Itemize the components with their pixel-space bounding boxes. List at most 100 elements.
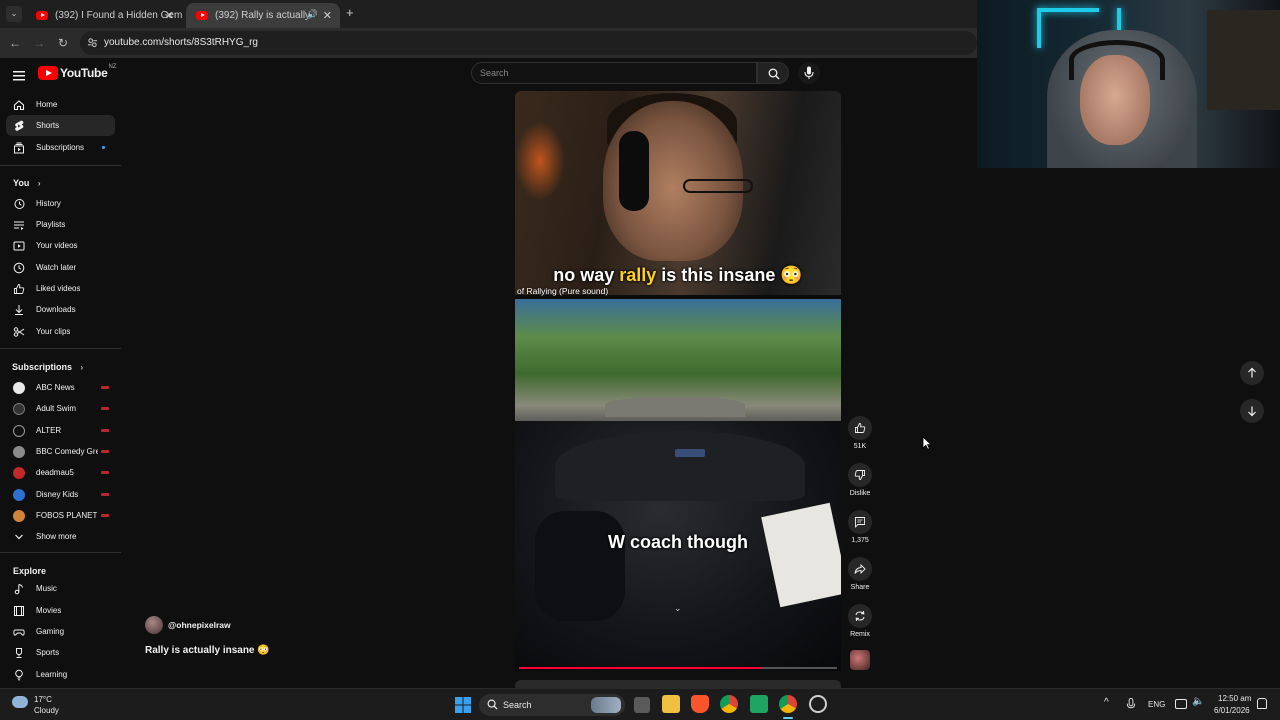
dislike-action[interactable]: Dislike <box>848 463 872 497</box>
next-short-button[interactable] <box>1240 399 1264 423</box>
comments-button[interactable] <box>848 510 872 534</box>
channel-label: BBC Comedy Gre... <box>36 447 98 456</box>
sidebar-channel-abc-news[interactable]: ABC News <box>6 377 115 398</box>
active-app-indicator <box>783 717 793 719</box>
forward-icon[interactable]: → <box>30 34 48 52</box>
taskbar-search-label: Search <box>503 700 532 710</box>
share-action[interactable]: Share <box>848 557 872 591</box>
sidebar-divider <box>0 348 121 349</box>
sidebar-channel-disney-kids[interactable]: Disney Kids <box>6 484 115 505</box>
sidebar-item-shorts[interactable]: Shorts <box>6 115 115 136</box>
back-icon[interactable]: ← <box>6 34 24 52</box>
close-tab-icon[interactable]: ✕ <box>165 9 174 22</box>
sidebar-item-learning[interactable]: Learning <box>6 664 115 685</box>
file-explorer-icon[interactable] <box>662 695 680 713</box>
sidebar-channel-fobos-planet[interactable]: FOBOS PLANET <box>6 505 115 526</box>
live-indicator-icon <box>101 493 109 496</box>
country-code: NZ <box>108 64 117 70</box>
volume-icon[interactable]: 🔈 <box>1192 696 1204 707</box>
site-info-icon[interactable] <box>87 37 98 48</box>
url-field[interactable]: youtube.com/shorts/8S3tRHYG_rg <box>80 31 977 55</box>
windows-start-icon[interactable] <box>455 697 471 713</box>
remix-action[interactable]: Remix <box>848 604 872 638</box>
logo-text: YouTube <box>60 66 108 80</box>
like-button[interactable] <box>848 416 872 440</box>
share-button[interactable] <box>848 557 872 581</box>
channel-avatar <box>13 509 25 522</box>
sidebar-item-label: History <box>36 199 61 208</box>
remix-button[interactable] <box>848 604 872 628</box>
sidebar-item-sports[interactable]: Sports <box>6 642 115 663</box>
sidebar-item-watch-later[interactable]: Watch later <box>6 257 115 278</box>
sidebar-item-gaming[interactable]: Gaming <box>6 621 115 642</box>
reload-icon[interactable]: ↻ <box>54 34 72 52</box>
network-icon[interactable] <box>1175 699 1187 709</box>
subscriptions-section-heading[interactable]: Subscriptions › <box>12 362 83 372</box>
search-input[interactable]: Search <box>471 62 757 84</box>
sidebar-channel-deadmau5[interactable]: deadmau5 <box>6 462 115 483</box>
menu-hamburger-icon[interactable] <box>13 68 25 81</box>
sidebar-channel-adult-swim[interactable]: Adult Swim <box>6 398 115 419</box>
show-more-button[interactable]: Show more <box>6 526 115 547</box>
comment-count: 1,375 <box>851 537 869 544</box>
channel-name[interactable]: @ohnepixelraw <box>168 620 231 630</box>
youtube-favicon-icon <box>196 11 208 20</box>
taskbar-search-box[interactable]: Search <box>479 694 625 716</box>
clock-date[interactable]: 6/01/2026 <box>1214 706 1250 715</box>
sidebar-item-home[interactable]: Home <box>6 94 115 115</box>
short-video-player[interactable]: no way rally is this insane 😳 of Rallyin… <box>515 91 841 671</box>
tab-list-dropdown-icon[interactable]: ⌄ <box>6 6 22 22</box>
sidebar-item-your-videos[interactable]: Your videos <box>6 235 115 256</box>
channel-label: Disney Kids <box>36 490 79 499</box>
explore-section-heading: Explore <box>13 566 46 576</box>
sidebar-item-downloads[interactable]: Downloads <box>6 299 115 320</box>
you-section-heading[interactable]: You › <box>13 178 41 188</box>
microphone-icon[interactable] <box>1126 698 1136 711</box>
channel-avatar[interactable] <box>145 616 163 634</box>
video-frame-rally-road <box>515 299 841 424</box>
clock-time[interactable]: 12:50 am <box>1218 694 1251 703</box>
audio-playing-icon[interactable]: 🔊 <box>307 9 318 20</box>
channel-avatar <box>13 488 25 501</box>
sidebar-item-playlists[interactable]: Playlists <box>6 214 115 235</box>
expand-chevron-icon[interactable]: ⌄ <box>674 603 682 614</box>
sidebar-item-history[interactable]: History <box>6 193 115 214</box>
dislike-button[interactable] <box>848 463 872 487</box>
previous-short-button[interactable] <box>1240 361 1264 385</box>
comments-action[interactable]: 1,375 <box>848 510 872 544</box>
sidebar-item-liked-videos[interactable]: Liked videos <box>6 278 115 299</box>
road-shape <box>605 397 745 417</box>
sidebar-item-subscriptions[interactable]: Subscriptions <box>6 137 115 158</box>
sidebar-channel-bbc-comedy[interactable]: BBC Comedy Gre... <box>6 441 115 462</box>
brave-browser-icon[interactable] <box>691 695 709 713</box>
close-tab-icon[interactable]: ✕ <box>323 9 332 22</box>
home-icon <box>12 98 26 112</box>
like-action[interactable]: 51K <box>848 416 872 450</box>
thumbs-up-icon <box>12 282 26 296</box>
search-button[interactable] <box>757 62 789 84</box>
voice-search-button[interactable] <box>798 62 820 84</box>
chrome-icon[interactable] <box>720 695 738 713</box>
new-content-dot <box>102 146 105 149</box>
task-view-icon[interactable] <box>634 697 650 713</box>
recording-app-icon[interactable] <box>809 695 827 713</box>
notifications-icon[interactable] <box>1257 698 1267 709</box>
sidebar-item-label: Learning <box>36 670 68 679</box>
audio-source-thumbnail[interactable] <box>850 650 870 670</box>
sidebar-item-movies[interactable]: Movies <box>6 600 115 621</box>
new-tab-icon[interactable]: + <box>346 5 354 20</box>
shelf-shape <box>1207 10 1280 110</box>
sidebar-item-your-clips[interactable]: Your clips <box>6 321 115 342</box>
show-hidden-icons-icon[interactable]: ^ <box>1104 697 1109 708</box>
sidebar-item-music[interactable]: Music <box>6 578 115 599</box>
spreadsheet-app-icon[interactable] <box>750 695 768 713</box>
sidebar-channel-alter[interactable]: ALTER <box>6 420 115 441</box>
chrome-active-icon[interactable] <box>779 695 797 713</box>
tab-title: (392) I Found a Hidden Gem in <box>55 10 182 21</box>
sidebar-item-label: Downloads <box>36 305 76 314</box>
tab-active[interactable]: (392) Rally is actually insane 🔊 ✕ <box>186 3 340 28</box>
tab-inactive[interactable]: (392) I Found a Hidden Gem in ✕ <box>26 3 182 28</box>
thumbs-down-icon <box>854 470 865 480</box>
language-indicator[interactable]: ENG <box>1148 700 1165 709</box>
youtube-logo[interactable]: YouTube NZ <box>38 64 117 80</box>
